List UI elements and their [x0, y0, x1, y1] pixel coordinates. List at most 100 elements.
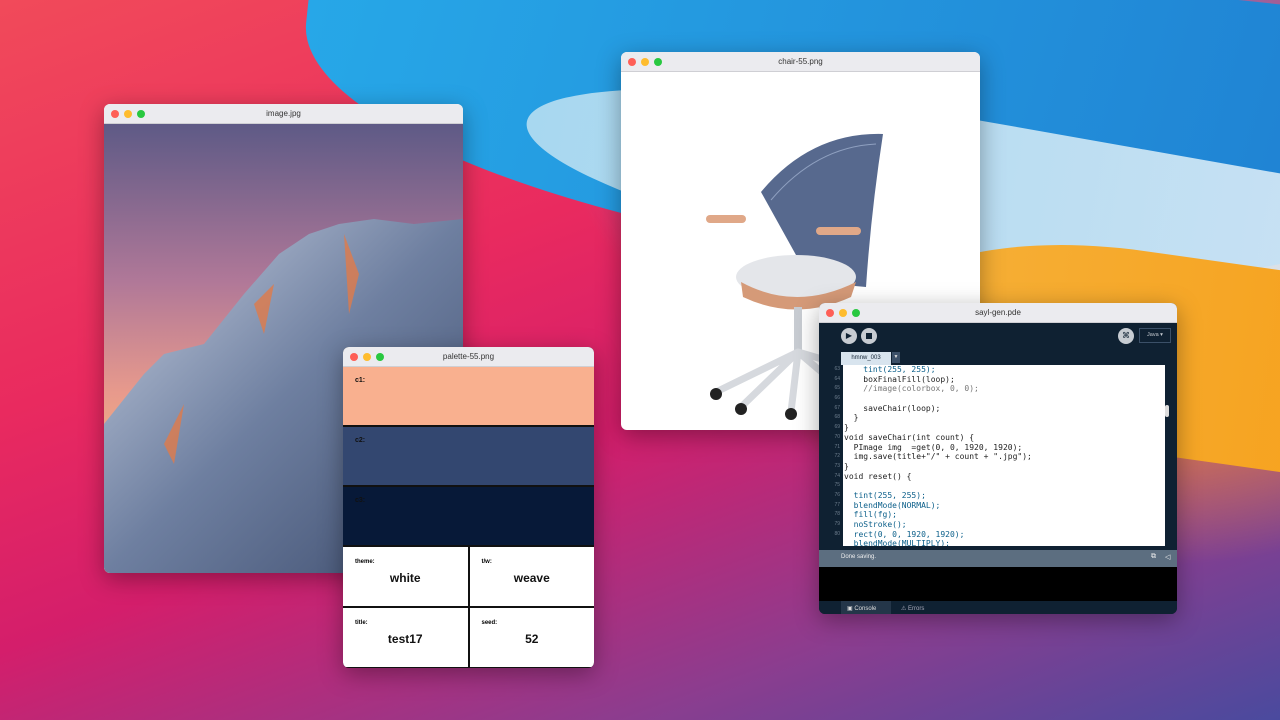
- window-title: sayl-gen.pde: [975, 308, 1021, 317]
- vertical-scrollbar[interactable]: [1165, 405, 1169, 417]
- minimize-button[interactable]: [839, 309, 847, 317]
- param-key: t/w:: [481, 559, 492, 565]
- code-line: rect(0, 0, 1920, 1920);: [844, 529, 965, 539]
- line-number: 78: [834, 511, 840, 518]
- line-number: 75: [834, 482, 840, 489]
- line-number: 70: [834, 433, 840, 440]
- code-line: noStroke();: [844, 520, 907, 529]
- close-button[interactable]: [350, 353, 358, 361]
- errors-label: Errors: [908, 606, 925, 612]
- tab-errors[interactable]: ⚠ Errors: [897, 601, 947, 614]
- line-number: 73: [834, 462, 840, 469]
- code-line: boxFinalFill(loop);: [844, 374, 955, 384]
- param-key: seed:: [481, 620, 498, 626]
- title-bar: sayl-gen.pde: [819, 303, 1177, 323]
- stop-button[interactable]: [861, 328, 877, 344]
- swatch-c3: c3:: [343, 487, 594, 547]
- editor-window: sayl-gen.pde ▶ ⌘ Java ▾ hmnw_003 ▼ 63 64 6…: [819, 303, 1177, 614]
- code-line: }: [844, 423, 849, 433]
- code-line: saveChair(loop);: [844, 403, 941, 413]
- toolbar: ▶ ⌘ Java ▾: [819, 323, 1177, 350]
- mode-selector[interactable]: Java ▾: [1139, 328, 1171, 343]
- code-editor[interactable]: tint(255, 255); boxFinalFill(loop); //im…: [843, 365, 1165, 546]
- param-title: title: test17: [343, 608, 468, 667]
- tab-console[interactable]: ▣ Console: [841, 601, 891, 614]
- window-title: palette-55.png: [442, 352, 495, 361]
- window-title: chair-55.png: [778, 57, 823, 66]
- line-number: 68: [834, 414, 840, 421]
- param-value: 52: [525, 632, 539, 646]
- line-number: 65: [834, 385, 840, 392]
- zoom-button[interactable]: [376, 353, 384, 361]
- code-line: img.save(title+"/" + count + ".jpg");: [844, 452, 1032, 462]
- title-bar: chair-55.png: [621, 52, 980, 72]
- line-number: 66: [834, 395, 840, 402]
- status-bar: Done saving. ⧉ ◁: [819, 550, 1177, 567]
- code-line: tint(255, 255);: [844, 365, 936, 374]
- line-number: 64: [834, 375, 840, 382]
- console-output: [819, 567, 1177, 601]
- line-number: 74: [834, 472, 840, 479]
- param-seed: seed: 52: [469, 608, 594, 667]
- param-value: test17: [387, 632, 423, 646]
- param-key: theme:: [355, 559, 375, 565]
- collapse-icon[interactable]: ◁: [1165, 553, 1170, 561]
- code-line: void saveChair(int count) {: [844, 432, 975, 442]
- code-line: }: [844, 413, 859, 423]
- debug-button[interactable]: ⌘: [1118, 328, 1134, 344]
- code-line: }: [844, 461, 849, 471]
- console-tabs: ▣ Console ⚠ Errors: [819, 601, 1177, 614]
- minimize-button[interactable]: [363, 353, 371, 361]
- tab-menu-button[interactable]: ▼: [892, 352, 900, 363]
- title-bar: image.jpg: [104, 104, 463, 124]
- swatch-label: c3:: [355, 497, 366, 504]
- code-line: blendMode(NORMAL);: [844, 500, 941, 510]
- zoom-button[interactable]: [654, 58, 662, 66]
- swatch-c2: c2:: [343, 427, 594, 487]
- palette-window: palette-55.png c1: c2: c3: theme: white t…: [343, 347, 594, 668]
- line-number: 79: [834, 521, 840, 527]
- swatch-label: c2:: [355, 437, 366, 444]
- close-button[interactable]: [826, 309, 834, 317]
- params-grid: theme: white t/w: weave title: test17 seed:…: [343, 547, 594, 667]
- close-button[interactable]: [111, 110, 119, 118]
- code-area[interactable]: 63 64 65 66 67 68 69 70 71 72 73 74 75 76 77 78 79 80 tin…: [819, 365, 1177, 548]
- zoom-button[interactable]: [852, 309, 860, 317]
- param-value: weave: [513, 571, 550, 585]
- run-button[interactable]: ▶: [841, 328, 857, 344]
- param-tw: t/w: weave: [469, 547, 594, 606]
- line-number: 67: [834, 404, 840, 411]
- code-line: void reset() {: [844, 471, 912, 481]
- line-number: 72: [834, 453, 840, 460]
- code-line: blendMode(MULTIPLY);: [844, 539, 950, 546]
- line-number: 63: [834, 366, 840, 372]
- line-number: 77: [834, 501, 840, 508]
- line-number: 80: [834, 530, 840, 537]
- tab-sketch[interactable]: hmnw_003: [841, 352, 891, 365]
- swatch-c1: c1:: [343, 367, 594, 427]
- minimize-button[interactable]: [641, 58, 649, 66]
- param-value: white: [389, 571, 421, 585]
- code-line: tint(255, 255);: [844, 490, 926, 500]
- line-number: 71: [834, 443, 840, 450]
- line-number: 69: [834, 424, 840, 431]
- copy-icon[interactable]: ⧉: [1151, 553, 1156, 561]
- title-bar: palette-55.png: [343, 347, 594, 367]
- code-line: //image(colorbox, 0, 0);: [844, 384, 979, 394]
- line-numbers: 63 64 65 66 67 68 69 70 71 72 73 74 75 76 77 78 79 80: [819, 365, 843, 539]
- console-label: Console: [854, 606, 877, 612]
- line-number: 76: [834, 491, 840, 498]
- code-line: PImage img =get(0, 0, 1920, 1920);: [844, 442, 1023, 452]
- window-title: image.jpg: [266, 109, 301, 118]
- param-theme: theme: white: [343, 547, 468, 606]
- zoom-button[interactable]: [137, 110, 145, 118]
- param-key: title:: [355, 620, 368, 626]
- code-line: fill(fg);: [844, 510, 897, 520]
- status-message: Done saving.: [841, 554, 877, 560]
- swatch-label: c1:: [355, 377, 366, 384]
- close-button[interactable]: [628, 58, 636, 66]
- tab-bar: hmnw_003 ▼: [819, 350, 1177, 365]
- minimize-button[interactable]: [124, 110, 132, 118]
